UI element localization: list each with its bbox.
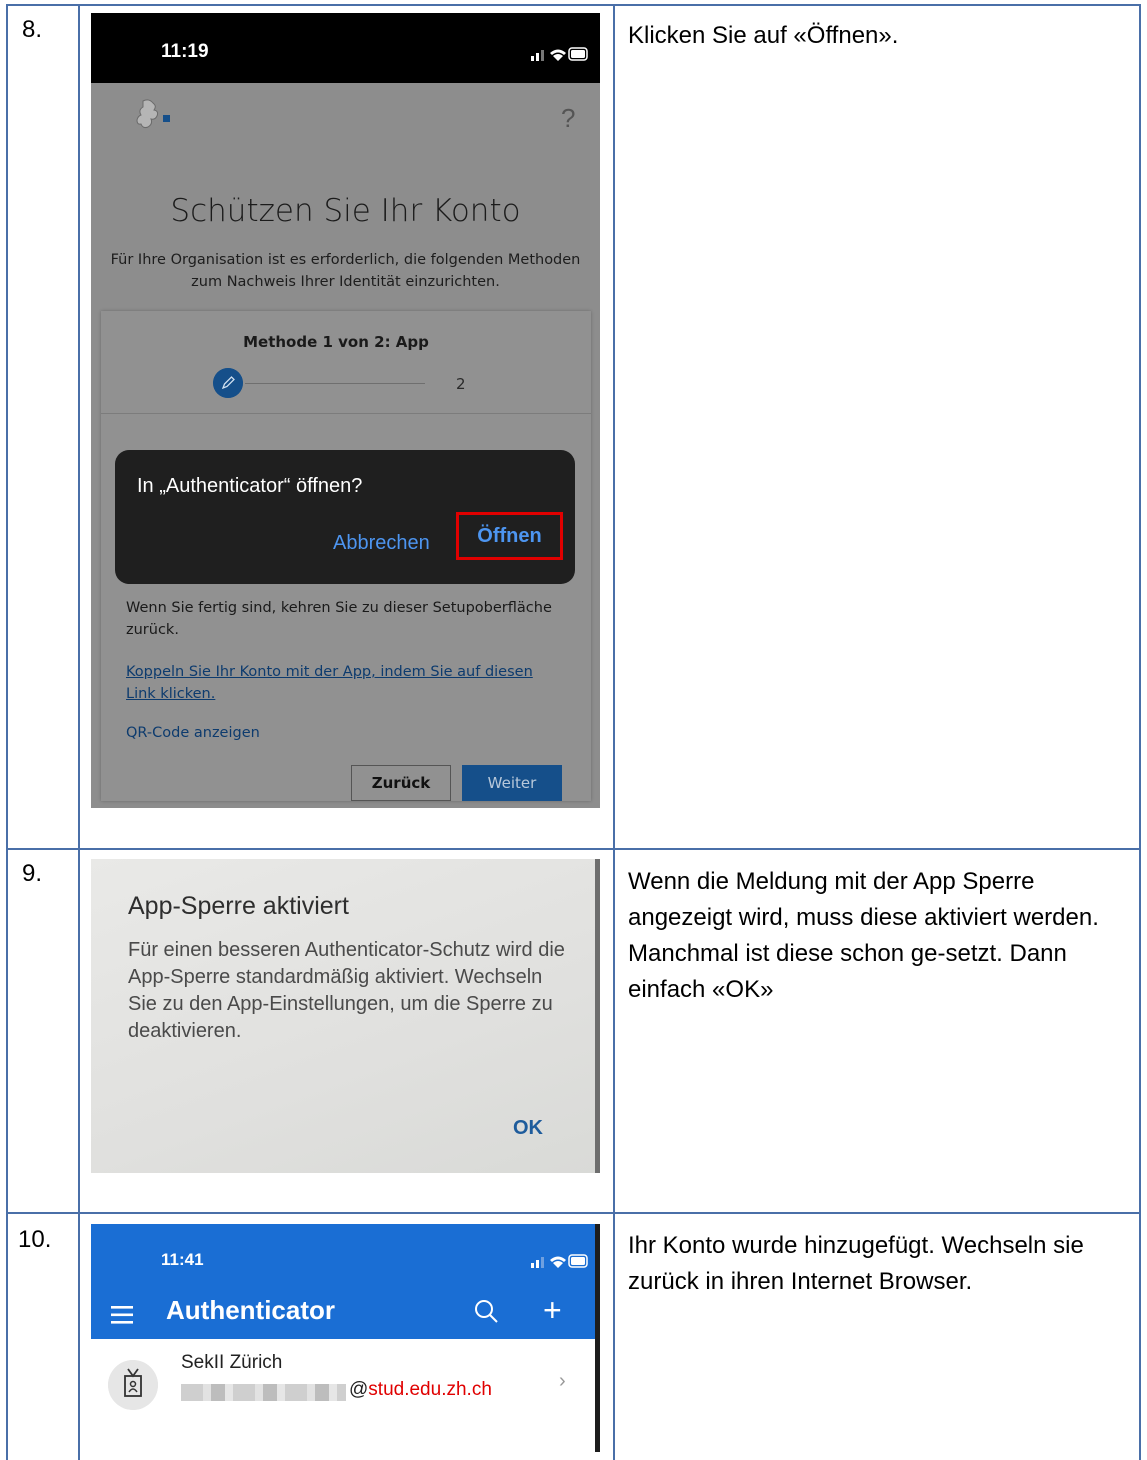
search-icon[interactable] (473, 1298, 499, 1324)
app-title: Authenticator (166, 1295, 335, 1325)
status-time: 11:41 (161, 1250, 204, 1269)
account-badge-icon (108, 1360, 158, 1410)
account-name: SekII Zürich (181, 1352, 283, 1373)
intro-text: Für Ihre Organisation ist es erforderlic… (110, 252, 581, 290)
step-number: 9. (22, 860, 43, 887)
table-border-top (6, 4, 1141, 6)
email-domain: stud.edu.zh.ch (368, 1379, 492, 1400)
add-account-icon[interactable]: + (543, 1294, 562, 1326)
ok-button[interactable]: OK (513, 1117, 543, 1140)
step-description: Klicken Sie auf «Öffnen». (628, 22, 899, 49)
pair-account-link[interactable]: Koppeln Sie Ihr Konto mit der App, indem… (126, 661, 556, 705)
screenshot-authenticator: 11:41 Authenticator + SekII Zürich @stud… (91, 1224, 600, 1452)
table-border-right (1139, 4, 1141, 1460)
redacted-username (181, 1384, 346, 1401)
back-button[interactable]: Zurück (351, 765, 451, 801)
next-button[interactable]: Weiter (462, 765, 562, 801)
show-qr-code-link[interactable]: QR-Code anzeigen (126, 725, 260, 741)
dialog-title: In „Authenticator“ öffnen? (137, 475, 363, 497)
status-icons (531, 1254, 588, 1268)
table-row-divider-1 (6, 848, 1141, 850)
card-divider (101, 413, 591, 414)
dialog-heading: App-Sperre aktiviert (128, 892, 349, 920)
pencil-icon (213, 368, 243, 398)
screen-edge (595, 1224, 600, 1452)
step-number: 8. (22, 16, 43, 43)
menu-icon[interactable] (111, 1306, 133, 1324)
step-description: Ihr Konto wurde hinzugefügt. Wechseln si… (628, 1232, 1084, 1295)
step-description: Wenn die Meldung mit der App Sperre ange… (628, 868, 1099, 1003)
screen-edge (595, 859, 600, 1173)
return-instruction: Wenn Sie fertig sind, kehren Sie zu dies… (126, 600, 552, 638)
table-column-divider-1 (78, 4, 80, 1460)
progress-line (245, 383, 425, 384)
table-column-divider-2 (613, 4, 615, 1460)
open-app-dialog: In „Authenticator“ öffnen? Abbrechen Öff… (115, 450, 575, 584)
step-two-label: 2 (456, 375, 466, 393)
dialog-body: Für einen besseren Authenticator-Schutz … (128, 939, 565, 1042)
screenshot-app-lock: App-Sperre aktiviert Für einen besseren … (91, 859, 600, 1173)
table-border-left (6, 4, 8, 1460)
open-button[interactable]: Öffnen (456, 512, 563, 560)
chevron-right-icon[interactable]: › (559, 1370, 566, 1393)
status-icons (531, 47, 588, 61)
step-number: 10. (18, 1226, 52, 1253)
page-title: Schützen Sie Ihr Konto (170, 193, 521, 229)
help-icon[interactable]: ? (561, 103, 575, 134)
status-time: 11:19 (161, 41, 209, 62)
method-progress-label: Methode 1 von 2: App (243, 333, 429, 351)
cancel-button[interactable]: Abbrechen (333, 532, 430, 555)
table-row-divider-2 (6, 1212, 1141, 1214)
screenshot-protect-account: 11:19 ? Schützen Sie Ihr Konto Für Ihre … (91, 13, 600, 808)
account-email: @stud.edu.zh.ch (349, 1379, 492, 1401)
canton-zurich-logo (136, 99, 170, 129)
email-at: @ (349, 1379, 369, 1400)
